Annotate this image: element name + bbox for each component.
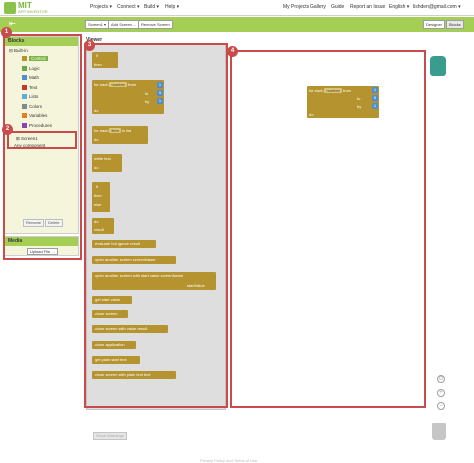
nav-my-projects[interactable]: My Projects <box>283 4 309 10</box>
annotation-badge-3: 3 <box>84 40 95 51</box>
nav-build[interactable]: Build ▾ <box>144 4 159 10</box>
annotation-badge-2: 2 <box>2 124 13 135</box>
nav-guide[interactable]: Guide <box>331 4 344 10</box>
project-toolbar: ⇤ Screen1 ▾ Add Screen ... Remove Screen… <box>0 17 474 32</box>
nav-gallery[interactable]: Gallery <box>310 4 326 10</box>
app-window: MIT APP INVENTOR Projects ▾ Connect ▾ Bu… <box>0 0 474 463</box>
annotation-badge-4: 4 <box>227 46 238 57</box>
logo-icon <box>4 2 16 14</box>
nav-help[interactable]: Help ▾ <box>165 4 179 10</box>
footer-links[interactable]: Privacy Policy and Terms of Use <box>200 458 257 463</box>
app-logo[interactable]: MIT APP INVENTOR <box>4 1 64 15</box>
annotation-box-4 <box>230 50 426 408</box>
annotation-box-3 <box>84 43 228 408</box>
blocks-button[interactable]: Blocks <box>446 20 464 29</box>
logo-subtitle: APP INVENTOR <box>18 9 48 14</box>
zoom-out-icon[interactable]: − <box>437 402 445 410</box>
annotation-box-2 <box>7 131 77 149</box>
back-arrow-icon[interactable]: ⇤ <box>9 19 16 28</box>
top-nav: MIT APP INVENTOR Projects ▾ Connect ▾ Bu… <box>0 0 474 16</box>
annotation-badge-1: 1 <box>1 27 12 38</box>
add-screen-button[interactable]: Add Screen ... <box>108 20 140 29</box>
nav-user-account[interactable]: lishden@gmail.com ▾ <box>413 4 461 10</box>
zoom-center-icon[interactable]: ⊙ <box>437 375 445 383</box>
remove-screen-button[interactable]: Remove Screen <box>138 20 173 29</box>
designer-button[interactable]: Designer <box>423 20 446 29</box>
nav-language[interactable]: English ▾ <box>389 4 409 10</box>
nav-report-issue[interactable]: Report an Issue <box>350 4 385 10</box>
screen-select[interactable]: Screen1 ▾ <box>85 20 110 29</box>
nav-connect[interactable]: Connect ▾ <box>117 4 140 10</box>
backpack-icon[interactable] <box>430 56 446 76</box>
trash-icon[interactable] <box>432 423 446 440</box>
zoom-in-icon[interactable]: + <box>437 389 445 397</box>
nav-projects[interactable]: Projects ▾ <box>90 4 112 10</box>
show-warnings-button[interactable]: Show Warnings <box>93 432 127 440</box>
